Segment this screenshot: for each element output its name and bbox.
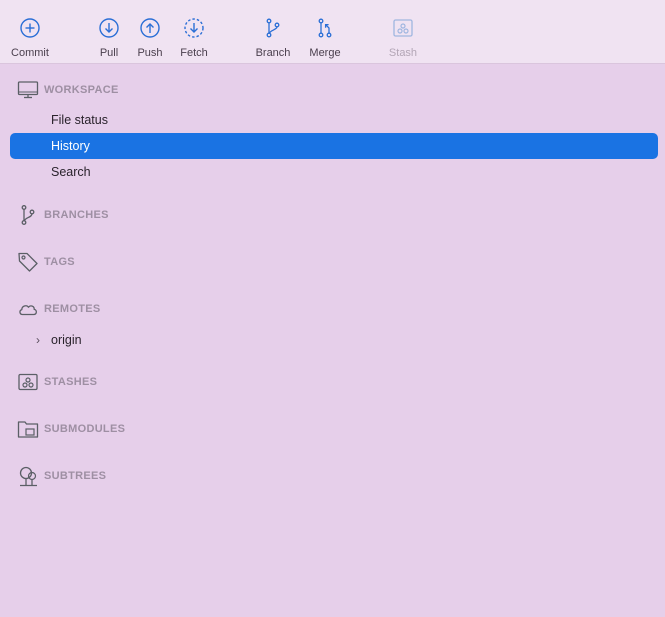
section-tags-label: TAGS bbox=[44, 256, 75, 268]
fetch-label: Fetch bbox=[180, 47, 208, 59]
pull-label: Pull bbox=[99, 47, 119, 59]
section-submodules[interactable]: SUBMODULES bbox=[0, 417, 665, 441]
section-branches-label: BRANCHES bbox=[44, 209, 109, 221]
sidebar-item-label: File status bbox=[51, 113, 108, 127]
section-branches[interactable]: BRANCHES bbox=[0, 203, 665, 227]
pull-icon bbox=[99, 18, 119, 38]
stash-button[interactable]: Stash bbox=[386, 0, 420, 64]
section-stashes-label: STASHES bbox=[44, 376, 98, 388]
submodule-icon bbox=[17, 418, 39, 440]
sidebar-item-file-status[interactable]: File status bbox=[10, 107, 658, 133]
tag-icon bbox=[17, 251, 39, 273]
toolbar: Commit Pull Push Fetch Branch Merge Stas… bbox=[0, 0, 665, 64]
chevron-right-icon[interactable]: › bbox=[36, 333, 40, 347]
sidebar-item-label: History bbox=[51, 139, 90, 153]
sidebar-item-label: origin bbox=[51, 333, 82, 347]
commit-label: Commit bbox=[11, 47, 49, 59]
pull-button[interactable]: Pull bbox=[95, 0, 123, 64]
cloud-icon bbox=[17, 298, 39, 320]
merge-button[interactable]: Merge bbox=[306, 0, 344, 64]
stash-label: Stash bbox=[388, 47, 418, 59]
section-workspace-label: WORKSPACE bbox=[44, 84, 119, 96]
section-submodules-label: SUBMODULES bbox=[44, 423, 126, 435]
push-button[interactable]: Push bbox=[134, 0, 166, 64]
push-icon bbox=[140, 18, 160, 38]
fetch-icon bbox=[184, 18, 204, 38]
section-remotes[interactable]: REMOTES bbox=[0, 297, 665, 321]
section-workspace[interactable]: WORKSPACE bbox=[0, 78, 665, 102]
sidebar-item-label: Search bbox=[51, 165, 91, 179]
section-subtrees[interactable]: SUBTREES bbox=[0, 464, 665, 488]
merge-label: Merge bbox=[309, 47, 341, 59]
branch-label: Branch bbox=[255, 47, 291, 59]
section-remotes-label: REMOTES bbox=[44, 303, 101, 315]
commit-button[interactable]: Commit bbox=[10, 0, 50, 64]
sidebar-item-search[interactable]: Search bbox=[10, 159, 658, 185]
sidebar-item-origin[interactable]: › origin bbox=[10, 327, 658, 353]
fetch-button[interactable]: Fetch bbox=[176, 0, 212, 64]
section-subtrees-label: SUBTREES bbox=[44, 470, 107, 482]
branch-icon bbox=[17, 204, 39, 226]
monitor-icon bbox=[17, 79, 39, 101]
branch-button[interactable]: Branch bbox=[254, 0, 292, 64]
section-stashes[interactable]: STASHES bbox=[0, 370, 665, 394]
sidebar: WORKSPACE File status History Search BRA… bbox=[0, 64, 665, 617]
tree-icon bbox=[17, 465, 39, 487]
commit-icon bbox=[20, 18, 40, 38]
section-tags[interactable]: TAGS bbox=[0, 250, 665, 274]
merge-icon bbox=[318, 18, 332, 38]
push-label: Push bbox=[137, 47, 163, 59]
stash-icon bbox=[17, 371, 39, 393]
branch-icon bbox=[266, 18, 280, 38]
sidebar-item-history[interactable]: History bbox=[10, 133, 658, 159]
stash-icon bbox=[393, 19, 413, 37]
